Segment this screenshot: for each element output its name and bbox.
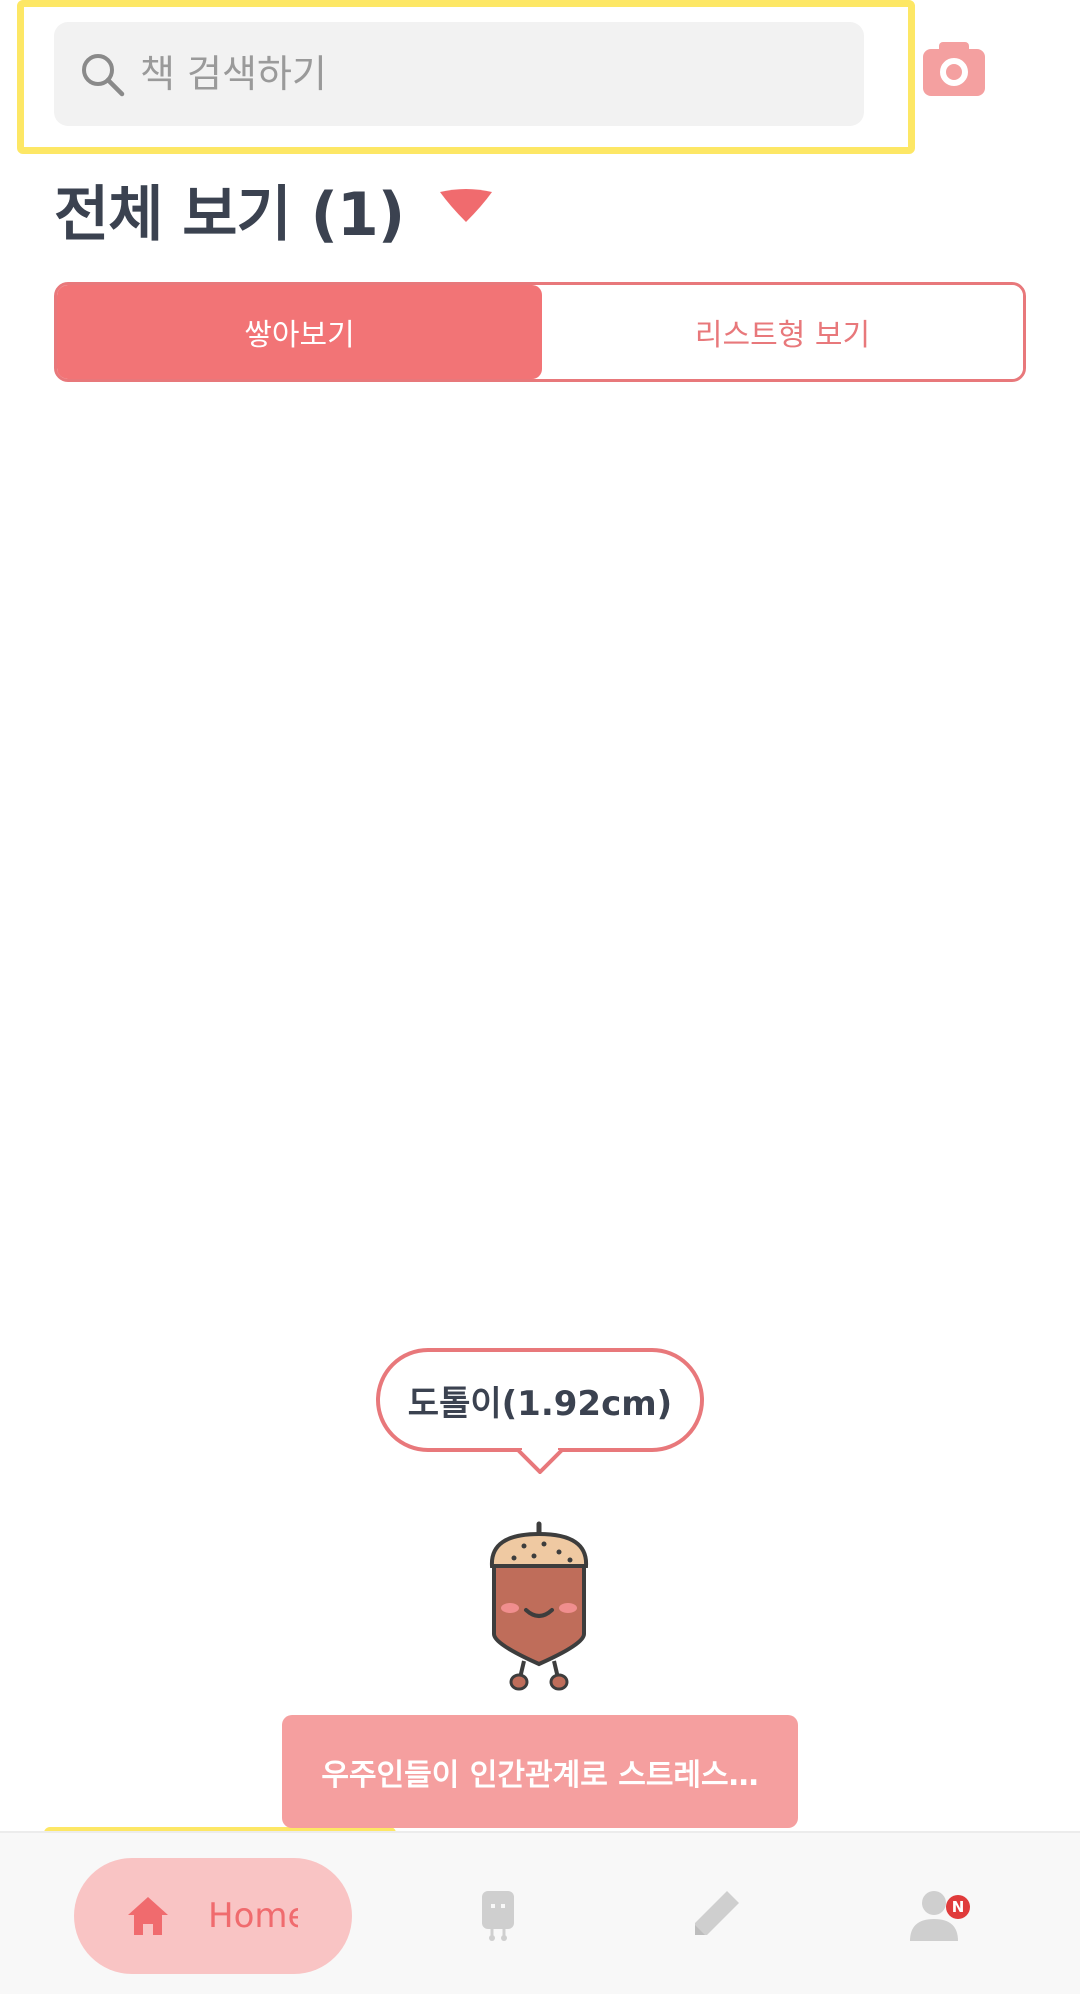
- camera-icon[interactable]: [923, 40, 985, 96]
- search-input[interactable]: [140, 52, 820, 96]
- nav-home-button[interactable]: Home: [74, 1858, 352, 1974]
- notification-badge: N: [946, 1895, 970, 1919]
- acorn-character[interactable]: [484, 1516, 594, 1692]
- character-name-label: 도톨이(1.92cm): [376, 1348, 704, 1452]
- bottom-navigation: Home N: [0, 1831, 1080, 1994]
- page-title: 전체 보기 (1): [54, 180, 405, 250]
- tab-list-view[interactable]: 리스트형 보기: [542, 285, 1023, 379]
- bookshelf-icon[interactable]: [470, 1887, 526, 1943]
- book-title-banner[interactable]: 우주인들이 인간관계로 스트레스…: [282, 1715, 798, 1828]
- home-icon: [128, 1897, 168, 1935]
- bubble-tail: [516, 1444, 564, 1474]
- search-icon: [82, 54, 125, 97]
- nav-home-label: Home: [208, 1896, 298, 1936]
- triangle-down-icon[interactable]: [436, 186, 496, 226]
- tab-stacked-view[interactable]: 쌓아보기: [57, 285, 542, 379]
- search-bar[interactable]: [54, 22, 864, 126]
- view-mode-toggle: 쌓아보기 리스트형 보기: [54, 282, 1026, 382]
- pencil-icon[interactable]: [687, 1887, 743, 1943]
